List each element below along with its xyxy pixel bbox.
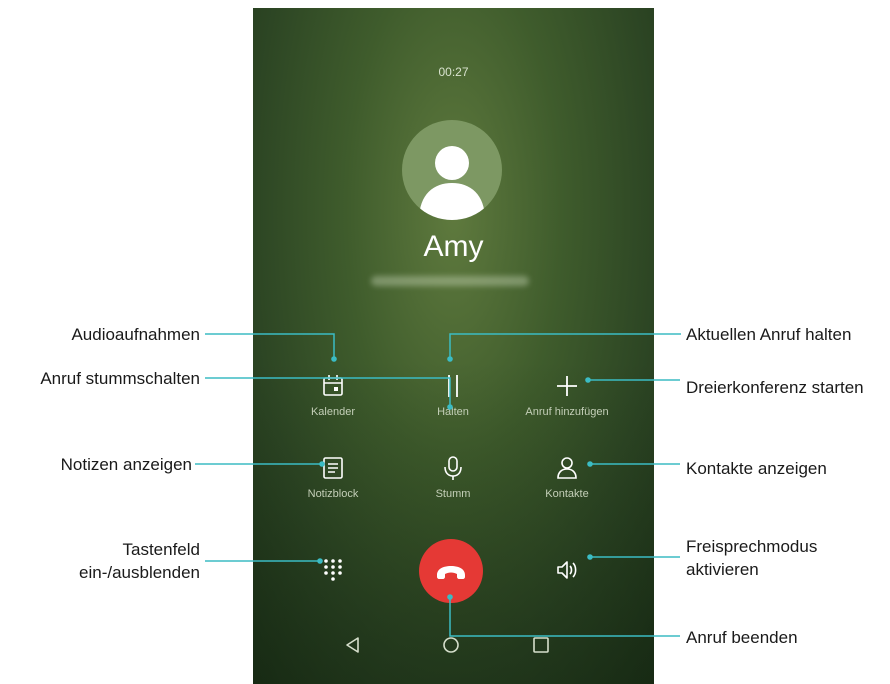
callout-line-end-call (449, 597, 680, 637)
annotation-mute-call: Anruf stummschalten (40, 369, 200, 388)
annotation-show-contacts: Kontakte anzeigen (686, 459, 827, 478)
annotation-conference: Dreierkonferenz starten (686, 378, 864, 397)
callout-line-mute (205, 377, 451, 407)
annotation-end-call: Anruf beenden (686, 628, 798, 647)
callout-line-audio (205, 333, 335, 359)
annotation-audio-recordings: Audioaufnahmen (71, 325, 200, 344)
annotation-speaker-line1: Freisprechmodus (686, 537, 818, 556)
annotation-show-notes: Notizen anzeigen (60, 455, 192, 474)
annotation-speaker-line2: aktivieren (686, 560, 759, 579)
annotation-dialpad-line2: ein-/ausblenden (79, 563, 200, 582)
annotation-hold-call: Aktuellen Anruf halten (686, 325, 852, 344)
callout-line-hold (449, 333, 681, 359)
annotation-dialpad-line1: Tastenfeld (122, 540, 201, 559)
annotation-speaker: Freisprechmodus aktivieren (686, 535, 817, 581)
annotation-dialpad: Tastenfeld ein-/ausblenden (79, 538, 200, 584)
